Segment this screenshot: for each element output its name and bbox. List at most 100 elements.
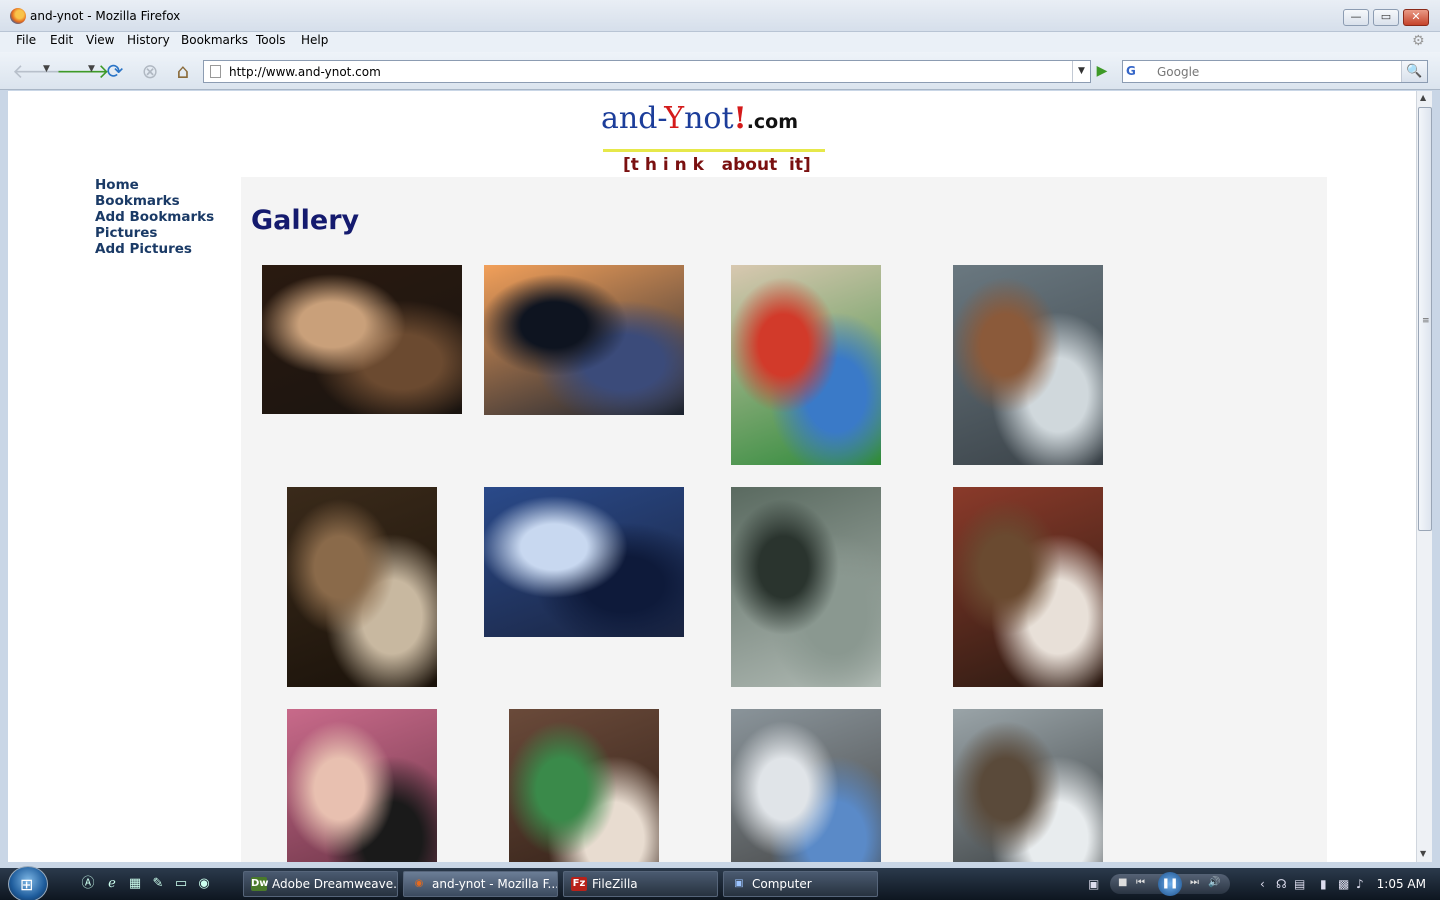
media-player-controls: ■ ⏮ ❚❚ ⏭ 🔊 [1110, 872, 1230, 896]
home-button[interactable]: ⌂ [170, 58, 196, 84]
photo-woman-and-boy[interactable] [731, 709, 881, 862]
site-logo[interactable]: and-Ynot!.com [t h i n k about it] [601, 99, 833, 181]
forward-button[interactable]: 🡒 [56, 58, 110, 84]
window-title: and-ynot - Mozilla Firefox [30, 9, 181, 23]
photo-two-women-restaurant[interactable] [262, 265, 462, 414]
search-button[interactable]: 🔍 [1401, 61, 1427, 82]
scroll-down-arrow[interactable]: ▼ [1420, 849, 1426, 858]
photo-breakfast-tray[interactable] [287, 487, 437, 687]
nav-home-link[interactable]: Home [95, 177, 214, 193]
logo-tagline: [t h i n k about it] [623, 155, 811, 175]
menu-history[interactable]: History [127, 33, 170, 47]
photo-sunset-trees[interactable] [484, 265, 684, 415]
quicklaunch-firefox-icon[interactable]: ◉ [196, 876, 212, 892]
scroll-up-arrow[interactable]: ▲ [1420, 93, 1426, 102]
photo-snow-window[interactable] [953, 265, 1103, 465]
gallery-cell [251, 707, 473, 862]
gallery-cell [695, 263, 917, 485]
show-hidden-icons-icon[interactable]: ‹ [1260, 877, 1265, 891]
menu-help[interactable]: Help [301, 33, 328, 47]
stop-button[interactable]: ⊗ [137, 58, 163, 84]
display-icon[interactable]: ▤ [1294, 877, 1305, 891]
network-status-icon[interactable]: ▩ [1338, 877, 1349, 891]
menu-edit[interactable]: Edit [50, 33, 73, 47]
windows-logo-icon: ⊞ [20, 875, 34, 894]
menu-bookmarks[interactable]: Bookmarks [181, 33, 248, 47]
page-icon [210, 65, 221, 78]
nav-bookmarks-link[interactable]: Bookmarks [95, 193, 214, 209]
search-bar[interactable]: G Google 🔍 [1122, 60, 1428, 83]
quicklaunch-tool-icon[interactable]: ✎ [150, 876, 166, 892]
vertical-scrollbar[interactable]: ▲ ≡ ▼ [1416, 91, 1432, 862]
gallery-cell [695, 485, 917, 707]
reload-button[interactable]: ⟳ [102, 58, 128, 84]
window-right-border [1432, 91, 1440, 862]
scrollbar-thumb[interactable]: ≡ [1418, 107, 1432, 531]
menu-file[interactable]: File [16, 33, 36, 47]
quicklaunch-messenger-icon[interactable]: Ⓐ [80, 876, 96, 892]
scrollbar-grip-icon: ≡ [1422, 316, 1430, 326]
side-navigation: Home Bookmarks Add Bookmarks Pictures Ad… [95, 177, 214, 257]
nav-pictures-link[interactable]: Pictures [95, 225, 214, 241]
photo-child-playroom[interactable] [731, 265, 881, 465]
photo-snowy-building[interactable] [953, 709, 1103, 862]
photo-boy-eating[interactable] [953, 487, 1103, 687]
gallery-cell [251, 263, 473, 485]
url-text[interactable]: http://www.and-ynot.com [229, 65, 381, 79]
go-button[interactable]: ▶ [1090, 61, 1114, 82]
menu-view[interactable]: View [86, 33, 114, 47]
task-computer[interactable]: ▣ Computer [723, 871, 878, 897]
url-history-dropdown[interactable]: ▼ [1072, 61, 1090, 82]
task-label: and-ynot - Mozilla F... [432, 877, 558, 891]
quicklaunch-desktop-icon[interactable]: ▦ [127, 876, 143, 892]
logo-brand-com: .com [746, 111, 799, 133]
next-track-icon[interactable]: ⏭ [1190, 877, 1199, 888]
volume-icon[interactable]: 🔊 [1208, 877, 1220, 888]
gallery-cell [473, 263, 695, 485]
logo-brand: and-Ynot!.com [601, 101, 798, 136]
photo-baby-bottle[interactable] [509, 709, 659, 862]
minimize-button[interactable]: — [1343, 9, 1369, 26]
speaker-icon[interactable]: ♪ [1356, 877, 1364, 891]
stop-media-icon[interactable]: ■ [1118, 877, 1127, 888]
tray-app-icon[interactable]: ▣ [1088, 877, 1099, 891]
close-button[interactable]: ✕ [1403, 9, 1429, 26]
photo-baby-sunglasses[interactable] [287, 709, 437, 862]
task-firefox[interactable]: ◉ and-ynot - Mozilla F... [403, 871, 558, 897]
nav-add-bookmarks-link[interactable]: Add Bookmarks [95, 209, 214, 225]
logo-brand-y: Y [664, 101, 685, 136]
logo-brand-bang: ! [733, 101, 747, 136]
forward-history-dropdown[interactable]: ▼ [88, 64, 95, 74]
search-input[interactable]: Google [1157, 65, 1199, 79]
gallery-cell [695, 707, 917, 862]
logo-brand-mid: not [684, 101, 734, 136]
task-dreamweaver[interactable]: Dw Adobe Dreamweave... [243, 871, 398, 897]
quicklaunch-ie-icon[interactable]: ℯ [104, 876, 120, 892]
quicklaunch-computer-icon[interactable]: ▭ [173, 876, 189, 892]
main-panel: Gallery [241, 177, 1327, 862]
gallery-cell [917, 485, 1139, 707]
pause-media-icon[interactable]: ❚❚ [1158, 872, 1182, 896]
photo-airport-carts[interactable] [731, 487, 881, 687]
task-filezilla[interactable]: Fz FileZilla [563, 871, 718, 897]
power-icon[interactable]: ▮ [1320, 877, 1327, 891]
menu-bar: File Edit View History Bookmarks Tools H… [0, 32, 1440, 52]
gallery-cell [917, 707, 1139, 862]
back-history-dropdown[interactable]: ▼ [43, 64, 50, 74]
network-icon[interactable]: ☊ [1276, 877, 1287, 891]
task-label: FileZilla [592, 877, 638, 891]
start-button[interactable]: ⊞ [8, 866, 48, 900]
prev-track-icon[interactable]: ⏮ [1136, 877, 1145, 888]
maximize-button[interactable]: ▭ [1373, 9, 1399, 26]
nav-add-pictures-link[interactable]: Add Pictures [95, 241, 214, 257]
menu-tools[interactable]: Tools [256, 33, 286, 47]
task-label: Adobe Dreamweave... [272, 877, 398, 891]
clock[interactable]: 1:05 AM [1377, 877, 1426, 891]
url-bar[interactable]: http://www.and-ynot.com ▼ [203, 60, 1091, 83]
search-engine-icon[interactable]: G [1126, 64, 1152, 79]
back-button[interactable]: 🡐 [12, 58, 66, 84]
gallery-cell [473, 485, 695, 707]
throbber-icon: ⚙ [1412, 33, 1425, 49]
photo-fountain-lake[interactable] [484, 487, 684, 637]
navigation-toolbar: 🡐 ▼ 🡒 ▼ ⟳ ⊗ ⌂ http://www.and-ynot.com ▼ … [0, 52, 1440, 90]
